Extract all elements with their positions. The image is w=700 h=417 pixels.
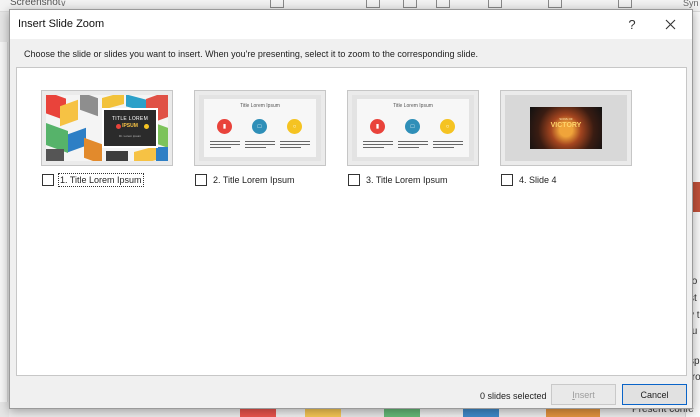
- slide-thumbnail-4[interactable]: SONS OF VICTORY: [500, 90, 632, 166]
- monitor-icon: □: [405, 119, 420, 134]
- ribbon-star-icon[interactable]: [436, 0, 450, 8]
- slide-1-checkbox[interactable]: [42, 174, 54, 186]
- slide-thumbnail-1[interactable]: TITLE LOREM IPSUM Dr. Lorem ipsum: [41, 90, 173, 166]
- slide-1-thumb-title: TITLE LOREM: [111, 116, 149, 122]
- ribbon-image-icon[interactable]: [618, 0, 632, 8]
- clock-icon: ○: [440, 119, 455, 134]
- background-left-pane: [0, 12, 9, 417]
- slide-2-label[interactable]: 2. Title Lorem Ipsum: [212, 174, 296, 186]
- slide-thumbnail-2[interactable]: Title Lorem Ipsum ▮ □ ○: [194, 90, 326, 166]
- selection-status: 0 slides selected: [480, 391, 547, 401]
- ribbon-screenshot-label[interactable]: Screenshot: [10, 0, 61, 8]
- slide-1-title-card: TITLE LOREM IPSUM Dr. Lorem ipsum: [102, 108, 158, 148]
- monitor-icon: □: [252, 119, 267, 134]
- slide-1-thumb-author: Dr. Lorem ipsum: [118, 134, 141, 138]
- ribbon-comment-icon[interactable]: [488, 0, 502, 8]
- slide-4-caption-big: VICTORY: [550, 122, 582, 129]
- slide-1-label[interactable]: 1. Title Lorem Ipsum: [58, 173, 144, 187]
- chart-icon: ▮: [217, 119, 232, 134]
- slide-thumbnail-3[interactable]: Title Lorem Ipsum ▮ □ ○: [347, 90, 479, 166]
- chart-icon: ▮: [370, 119, 385, 134]
- dialog-titlebar[interactable]: Insert Slide Zoom ?: [10, 10, 692, 39]
- ribbon-right-label: Syn: [683, 0, 699, 8]
- help-button[interactable]: ?: [617, 13, 647, 36]
- slide-3-checkbox[interactable]: [348, 174, 360, 186]
- slide-thumbnail-strip: [0, 42, 8, 402]
- slide-3-thumb-title: Title Lorem Ipsum: [393, 103, 433, 109]
- chevron-down-icon[interactable]: ∨: [60, 0, 67, 9]
- slide-2-checkbox[interactable]: [195, 174, 207, 186]
- ribbon-icons-icon[interactable]: [366, 0, 380, 8]
- cancel-button[interactable]: Cancel: [622, 384, 687, 405]
- ribbon-shape-icon[interactable]: [270, 0, 284, 8]
- close-icon: [665, 19, 675, 30]
- ribbon-3d-icon[interactable]: [403, 0, 417, 8]
- clock-icon: ○: [287, 119, 302, 134]
- insert-button[interactable]: Insert: [551, 384, 616, 405]
- insert-slide-zoom-dialog: Insert Slide Zoom ? Choose the slide or …: [9, 9, 693, 409]
- slide-4-label[interactable]: 4. Slide 4: [518, 174, 558, 186]
- dialog-title: Insert Slide Zoom: [18, 18, 105, 30]
- slide-4-checkbox[interactable]: [501, 174, 513, 186]
- ribbon-table-icon[interactable]: [548, 0, 562, 8]
- instruction-text: Choose the slide or slides you want to i…: [24, 49, 478, 59]
- slide-3-label[interactable]: 3. Title Lorem Ipsum: [365, 174, 449, 186]
- slide-4-caption-small: SONS OF: [559, 117, 573, 121]
- close-button[interactable]: [655, 13, 685, 36]
- slide-2-thumb-title: Title Lorem Ipsum: [240, 103, 280, 109]
- slides-list: TITLE LOREM IPSUM Dr. Lorem ipsum 1. Tit…: [16, 67, 687, 376]
